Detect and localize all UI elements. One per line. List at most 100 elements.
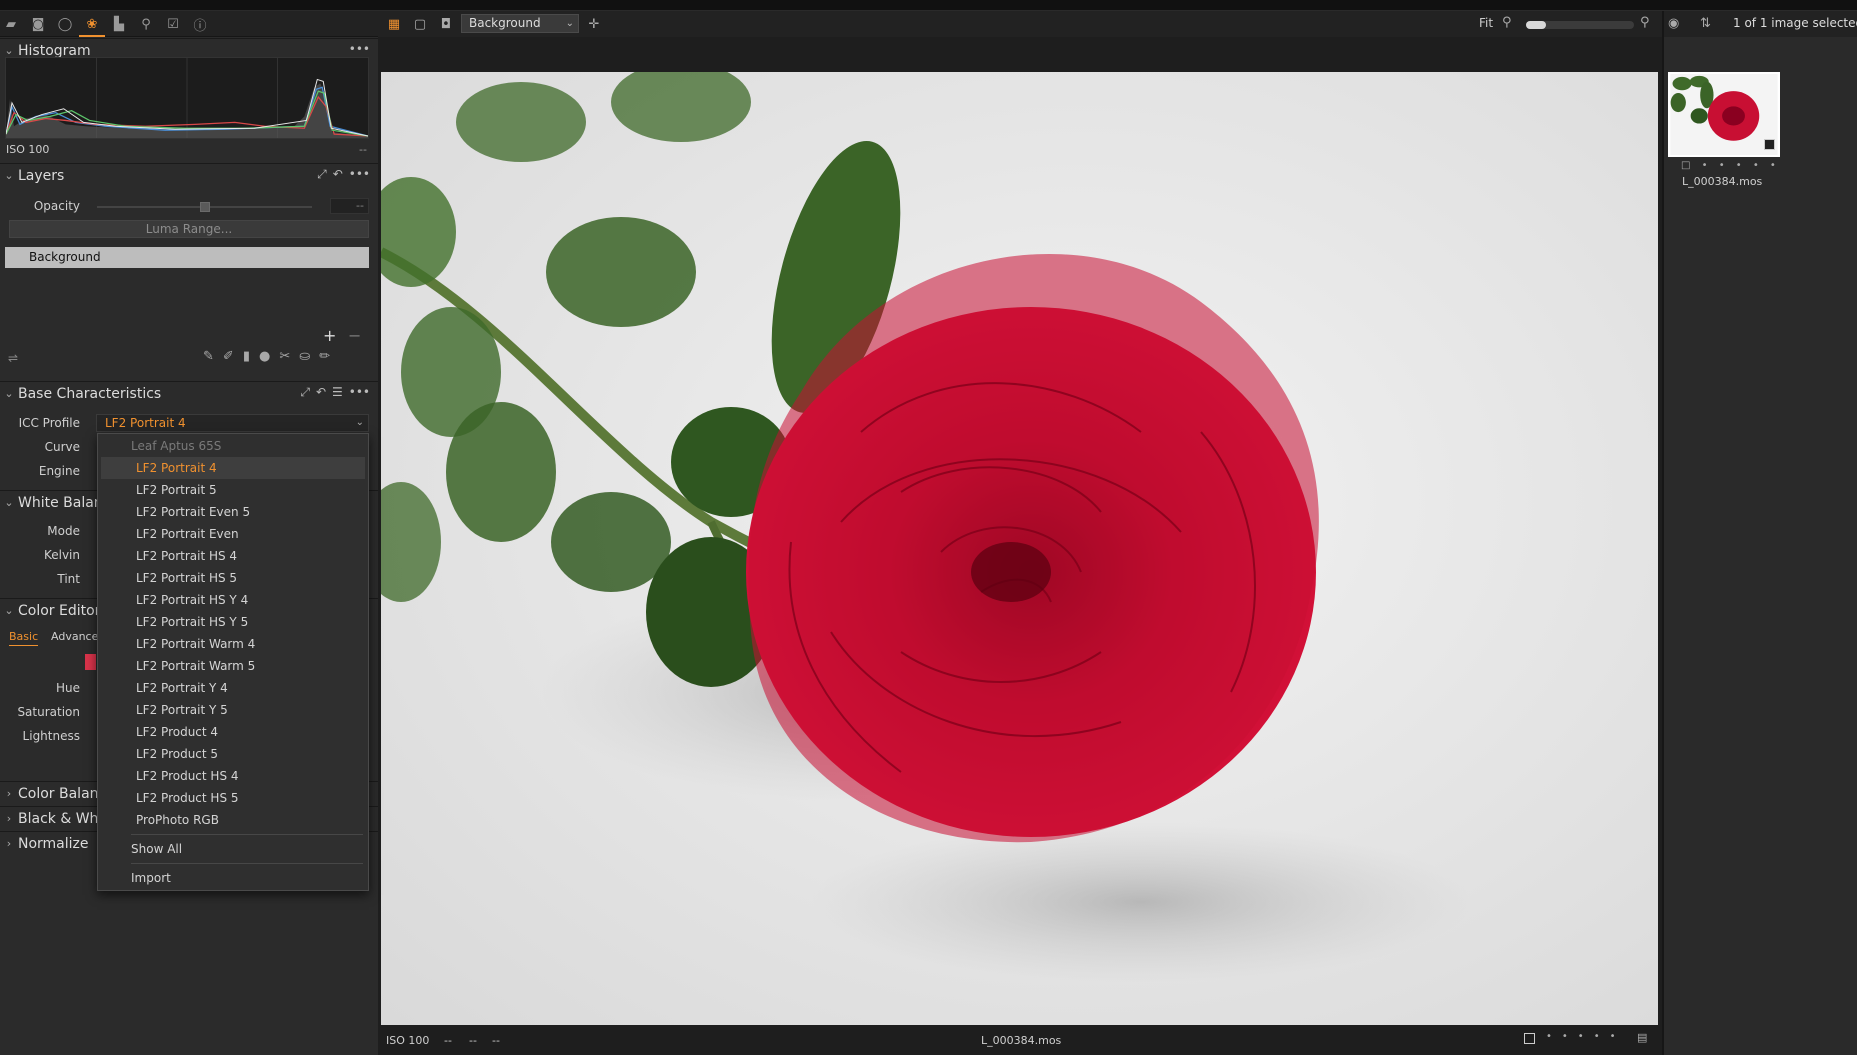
adjustments-icon[interactable]: ☑ [164, 15, 182, 33]
dropdown-item[interactable]: LF2 Portrait HS 5 [98, 567, 368, 589]
reset-icon[interactable]: ↶ [333, 167, 343, 182]
chevron-down-icon: ⌄ [4, 496, 14, 509]
status-filename: L_000384.mos [981, 1034, 1062, 1047]
status-value-3: -- [492, 1034, 500, 1047]
status-value-1: -- [444, 1034, 452, 1047]
color-icon[interactable]: ❀ [79, 15, 105, 37]
rating-stars[interactable]: ••••• [1546, 1031, 1626, 1042]
zoom-slider-handle[interactable] [1526, 21, 1546, 29]
expand-icon[interactable]: ⤢ [300, 385, 310, 400]
heal-icon[interactable]: ✂ [279, 349, 290, 364]
more-icon[interactable]: ••• [349, 385, 370, 400]
tint-label: Tint [57, 572, 80, 586]
hue-label: Hue [55, 681, 80, 695]
grid-view-icon[interactable]: ▦ [386, 16, 402, 32]
opacity-slider-handle[interactable] [200, 202, 210, 212]
tool-tabs: ▰ ◙ ◯ ❀ ▙ ⚲ ☑ ⓘ [0, 11, 378, 37]
zoom-in-icon[interactable]: ⚲ [1640, 15, 1650, 30]
zoom-out-icon[interactable]: ⚲ [1502, 15, 1512, 30]
color-editor-title: Color Editor [18, 602, 101, 619]
normalize-title: Normalize [18, 835, 89, 852]
color-swatch[interactable] [85, 654, 96, 670]
select-checkbox[interactable] [1524, 1033, 1535, 1044]
show-all-item[interactable]: Show All [98, 838, 368, 860]
engine-label: Engine [38, 464, 80, 478]
histogram-dash: -- [359, 143, 367, 156]
dropdown-item[interactable]: LF2 Product HS 4 [98, 765, 368, 787]
title-strip [0, 0, 1857, 11]
lightness-label: Lightness [22, 729, 80, 743]
tab-basic[interactable]: Basic [9, 630, 39, 646]
chevron-right-icon: › [6, 812, 12, 825]
selection-count: 1 of 1 image selected [1733, 16, 1857, 30]
base-characteristics-header[interactable]: ⌄ Base Characteristics ⤢ ↶ ☰ ••• [0, 381, 378, 405]
dropdown-item[interactable]: LF2 Portrait Warm 4 [98, 633, 368, 655]
luma-range-button[interactable]: Luma Range... [9, 220, 369, 238]
add-layer-icon[interactable]: ✛ [586, 16, 602, 32]
clone-stamp-icon[interactable]: ⛀ [299, 349, 310, 364]
lens-icon[interactable]: ◯ [56, 15, 74, 33]
dropdown-item[interactable]: LF2 Portrait Even [98, 523, 368, 545]
dropdown-separator [131, 834, 363, 835]
eye-icon[interactable]: ◉ [1668, 16, 1679, 31]
radial-mask-icon[interactable]: ● [259, 349, 270, 364]
metadata-icon[interactable]: ⓘ [191, 15, 209, 34]
dropdown-item[interactable]: LF2 Portrait HS Y 5 [98, 611, 368, 633]
dropdown-item[interactable]: LF2 Portrait Even 5 [98, 501, 368, 523]
dropdown-item[interactable]: LF2 Portrait 4 [101, 457, 365, 479]
remove-layer-icon[interactable]: − [348, 326, 361, 345]
layer-tools: ✎ ✐ ▮ ● ✂ ⛀ ✏ [203, 349, 330, 364]
sort-icon[interactable]: ⇅ [1700, 16, 1711, 31]
color-tag-icon[interactable]: ▤ [1637, 1031, 1647, 1044]
thumbnail-rating[interactable]: □ • • • • • [1681, 160, 1780, 171]
image-viewer[interactable] [381, 72, 1658, 1025]
reset-icon[interactable]: ↶ [316, 385, 326, 400]
layer-options-icon[interactable]: ⇌ [8, 351, 18, 365]
thumbnail-filename: L_000384.mos [1682, 175, 1763, 188]
exposure-icon[interactable]: ▙ [110, 15, 128, 33]
chevron-down-icon: ⌄ [4, 44, 14, 57]
layer-select[interactable]: Background ⌄ [461, 14, 579, 33]
base-characteristics-title: Base Characteristics [18, 385, 162, 402]
expand-icon[interactable]: ⤢ [317, 167, 327, 182]
dropdown-item[interactable]: LF2 Product HS 5 [98, 787, 368, 809]
chevron-down-icon: ⌄ [4, 169, 14, 182]
dropdown-item[interactable]: LF2 Portrait Warm 5 [98, 655, 368, 677]
dropdown-header: Leaf Aptus 65S [131, 439, 222, 453]
more-icon[interactable]: ••• [349, 42, 370, 56]
layer-select-value: Background [469, 16, 541, 30]
chevron-right-icon: › [6, 787, 12, 800]
import-item[interactable]: Import [98, 867, 368, 889]
histogram-chart [5, 57, 369, 139]
eraser-icon[interactable]: ✏ [319, 349, 330, 364]
opacity-value[interactable]: -- [330, 198, 369, 214]
layers-title: Layers [18, 167, 65, 184]
gradient-mask-icon[interactable]: ▮ [243, 349, 250, 364]
dropdown-item[interactable]: LF2 Product 4 [98, 721, 368, 743]
zoom-fit-label[interactable]: Fit [1479, 16, 1493, 30]
dropdown-item[interactable]: LF2 Portrait HS Y 4 [98, 589, 368, 611]
dropdown-item[interactable]: LF2 Portrait Y 5 [98, 699, 368, 721]
dropdown-item[interactable]: LF2 Portrait 5 [98, 479, 368, 501]
single-view-icon[interactable]: ▢ [412, 16, 428, 32]
icc-profile-select[interactable]: LF2 Portrait 4 ⌄ [96, 414, 369, 432]
layers-header[interactable]: ⌄ Layers ⤢ ↶ ••• [0, 163, 378, 187]
more-icon[interactable]: ••• [349, 167, 370, 182]
list-icon[interactable]: ☰ [332, 385, 343, 400]
chevron-down-icon: ⌄ [355, 417, 364, 428]
magic-brush-icon[interactable]: ✐ [223, 349, 234, 364]
add-layer-icon[interactable]: + [323, 326, 336, 345]
camera-icon[interactable]: ◙ [29, 15, 47, 33]
proof-view-icon[interactable]: ◘ [438, 16, 454, 32]
dropdown-item[interactable]: LF2 Portrait HS 4 [98, 545, 368, 567]
status-iso: ISO 100 [386, 1034, 430, 1047]
layer-row-background[interactable]: Background [5, 247, 369, 268]
dropdown-item[interactable]: LF2 Portrait Y 4 [98, 677, 368, 699]
details-icon[interactable]: ⚲ [137, 15, 155, 33]
histogram-iso: ISO 100 [6, 143, 50, 156]
chevron-down-icon: ⌄ [4, 387, 14, 400]
folder-icon[interactable]: ▰ [2, 15, 20, 33]
dropdown-item[interactable]: ProPhoto RGB [98, 809, 368, 831]
dropdown-item[interactable]: LF2 Product 5 [98, 743, 368, 765]
brush-icon[interactable]: ✎ [203, 349, 214, 364]
